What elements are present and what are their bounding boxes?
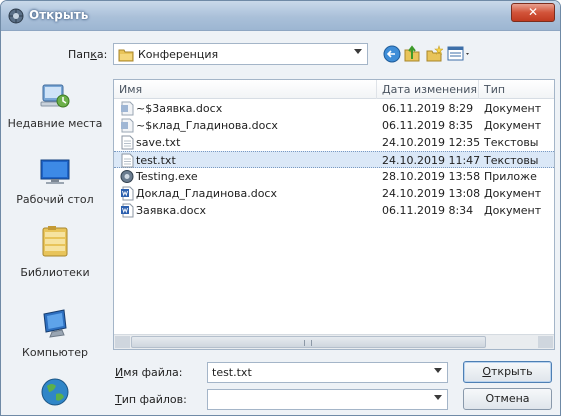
chevron-down-icon[interactable] — [354, 49, 362, 54]
place-label: Недавние места — [7, 117, 103, 130]
window-title: Открыть — [29, 8, 89, 22]
place-desktop[interactable]: Рабочий стол — [1, 157, 109, 206]
file-date: 24.10.2019 11:47 — [382, 154, 481, 167]
computer-icon — [43, 309, 67, 338]
place-recent[interactable]: Недавние места — [1, 81, 109, 130]
file-name: Testing.exe — [136, 170, 198, 183]
word-temp-icon — [121, 118, 134, 133]
new-folder-icon[interactable] — [425, 45, 443, 63]
file-date: 06.11.2019 8:35 — [382, 119, 474, 132]
close-button[interactable]: ✕ — [511, 3, 555, 22]
table-row[interactable]: Заявка.docx 06.11.2019 8:34 Документ — [114, 202, 554, 219]
scroll-left-button[interactable] — [115, 336, 130, 348]
cancel-button[interactable]: Отмена — [463, 388, 552, 410]
recent-places-icon — [40, 84, 70, 108]
filetype-combobox[interactable] — [207, 389, 448, 410]
column-header-type[interactable]: Тип — [484, 83, 505, 96]
folder-value: Конференция — [138, 48, 219, 61]
column-separator[interactable] — [376, 80, 377, 99]
table-row-selected[interactable]: test.txt 24.10.2019 11:47 Текстовы — [114, 151, 554, 168]
horizontal-scrollbar[interactable] — [114, 334, 554, 349]
scrollbar-thumb[interactable] — [131, 336, 486, 348]
table-row[interactable]: save.txt 24.10.2019 12:35 Текстовы — [114, 134, 554, 151]
app-icon — [8, 8, 24, 24]
file-name: Заявка.docx — [136, 204, 207, 217]
word-doc-icon — [121, 186, 134, 201]
list-header: Имя Дата изменения Тип — [114, 80, 554, 99]
libraries-icon — [42, 226, 68, 257]
filename-input[interactable]: test.txt — [207, 362, 448, 383]
place-label: Компьютер — [22, 346, 88, 359]
table-row[interactable]: Testing.exe 28.10.2019 13:58 Приложе — [114, 168, 554, 185]
column-separator[interactable] — [478, 80, 479, 99]
folder-combobox[interactable]: Конференция — [113, 43, 368, 65]
file-date: 24.10.2019 13:08 — [382, 187, 481, 200]
folder-label: Папка: — [68, 48, 108, 61]
desktop-icon — [40, 159, 70, 184]
back-arrow-icon[interactable] — [383, 45, 401, 63]
file-date: 28.10.2019 13:58 — [382, 170, 481, 183]
folder-icon — [118, 49, 134, 62]
file-name: save.txt — [136, 136, 181, 149]
filename-label: Имя файла: — [115, 366, 183, 379]
filename-value: test.txt — [212, 366, 252, 379]
file-name: Доклад_Гладинова.docx — [136, 187, 277, 200]
file-type: Документ — [484, 102, 542, 115]
place-libraries[interactable]: Библиотеки — [1, 224, 109, 279]
file-name: test.txt — [136, 154, 176, 167]
file-list[interactable]: Имя Дата изменения Тип ~$3аявка.docx 06.… — [113, 79, 555, 350]
word-temp-icon — [121, 101, 134, 116]
title-bar[interactable]: Открыть ✕ — [1, 1, 560, 31]
place-label: Рабочий стол — [16, 193, 94, 206]
file-type: Документ — [484, 119, 542, 132]
places-bar: Недавние места Рабочий стол Библиотеки К… — [1, 32, 109, 415]
chevron-down-icon[interactable] — [434, 395, 442, 400]
text-file-icon — [121, 153, 134, 168]
column-header-name[interactable]: Имя — [119, 83, 142, 96]
file-type: Приложе — [484, 170, 537, 183]
word-doc-icon — [121, 203, 134, 218]
scroll-right-button[interactable] — [538, 336, 553, 348]
place-label: Библиотеки — [20, 266, 90, 279]
up-folder-icon[interactable] — [403, 45, 421, 63]
file-date: 06.11.2019 8:34 — [382, 204, 474, 217]
file-type: Текстовы — [484, 154, 539, 167]
network-globe-icon — [41, 378, 69, 406]
table-row[interactable]: Доклад_Гладинова.docx 24.10.2019 13:08 Д… — [114, 185, 554, 202]
chevron-down-icon[interactable] — [434, 368, 442, 373]
scroll-grip — [304, 340, 312, 346]
exe-file-icon — [120, 170, 134, 183]
file-type: Документ — [484, 204, 542, 217]
file-type: Документ — [484, 187, 542, 200]
file-date: 06.11.2019 8:29 — [382, 102, 474, 115]
file-name: ~$3аявка.docx — [136, 102, 223, 115]
file-type: Текстовы — [484, 136, 539, 149]
table-row[interactable]: ~$3аявка.docx 06.11.2019 8:29 Документ — [114, 100, 554, 117]
filetype-label: Тип файлов: — [115, 393, 187, 406]
table-row[interactable]: ~$клад_Гладинова.docx 06.11.2019 8:35 До… — [114, 117, 554, 134]
file-name: ~$клад_Гладинова.docx — [136, 119, 278, 132]
place-network[interactable] — [1, 376, 109, 414]
column-header-date[interactable]: Дата изменения — [382, 83, 477, 96]
open-file-dialog: Открыть ✕ Недавние места Рабочий стол Би… — [0, 0, 561, 416]
text-file-icon — [121, 135, 134, 150]
open-button[interactable]: Открыть — [463, 361, 552, 383]
view-menu-icon[interactable] — [447, 45, 473, 63]
file-date: 24.10.2019 12:35 — [382, 136, 481, 149]
place-computer[interactable]: Компьютер — [1, 306, 109, 359]
